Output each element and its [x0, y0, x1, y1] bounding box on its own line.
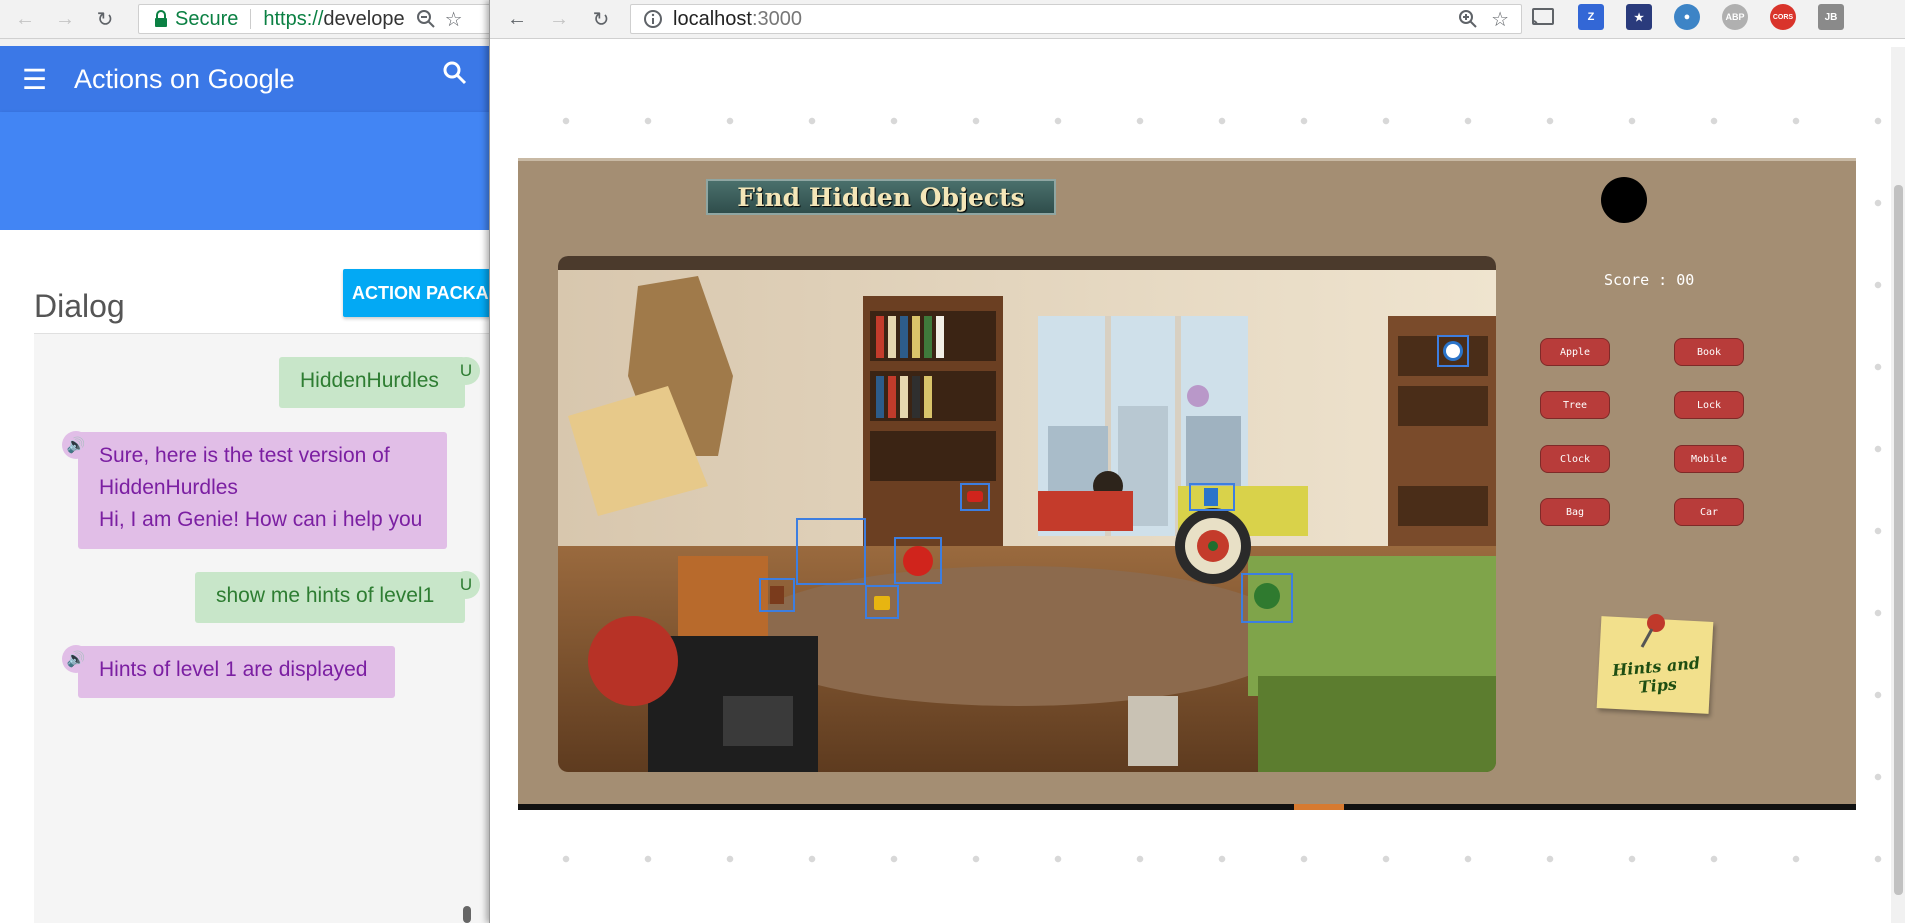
speaker-icon[interactable]: 🔊: [62, 645, 90, 673]
page-scrollbar[interactable]: [1891, 47, 1905, 923]
bot-message: Sure, here is the test version of Hidden…: [78, 432, 447, 549]
game-progress-track: [518, 804, 1856, 810]
bot-message: Hints of level 1 are displayed: [78, 646, 395, 698]
message-text: HiddenHurdles: [300, 369, 439, 392]
user-badge: U: [452, 357, 480, 385]
bookmark-star-icon[interactable]: ☆: [445, 7, 463, 32]
zoom-icon[interactable]: [1457, 8, 1479, 30]
url-host: develope: [323, 7, 405, 30]
lock-icon: [155, 10, 167, 27]
hamburger-menu-icon[interactable]: ☰: [22, 63, 52, 96]
zoom-icon[interactable]: [415, 8, 437, 30]
message-text: Hints of level 1 are displayed: [99, 658, 368, 681]
globe-extension-icon[interactable]: ●: [1674, 4, 1700, 30]
chat-scrollbar[interactable]: [463, 906, 471, 923]
secure-label: Secure: [175, 7, 239, 30]
message-text: show me hints of level1: [216, 584, 435, 607]
url-scheme: https://: [263, 7, 324, 30]
dialog-title: Dialog: [34, 288, 125, 324]
right-address-bar[interactable]: localhost:3000 ☆: [630, 4, 1522, 34]
page-scrollbar-thumb[interactable]: [1894, 185, 1903, 895]
speaker-icon[interactable]: 🔊: [62, 431, 90, 459]
url-host: localhost: [673, 7, 752, 30]
cast-icon[interactable]: [1530, 4, 1556, 30]
page-content: Find Hidden Objects Score: 00 Apple Boo…: [490, 47, 1890, 923]
hint-clock-button[interactable]: Clock: [1540, 445, 1610, 473]
back-icon[interactable]: ←: [10, 4, 40, 34]
search-icon[interactable]: [442, 60, 468, 86]
hint-bag-button[interactable]: Bag: [1540, 498, 1610, 526]
game-title: Find Hidden Objects: [706, 179, 1056, 215]
adblock-icon[interactable]: ABP: [1722, 4, 1748, 30]
message-line: HiddenHurdles: [99, 476, 238, 499]
sheriff-extension-icon[interactable]: ★: [1626, 4, 1652, 30]
cors-icon[interactable]: CORS: [1770, 4, 1796, 30]
user-message: HiddenHurdles: [279, 357, 465, 408]
reload-icon[interactable]: ↻: [90, 4, 120, 34]
score-label: Score : 00: [1604, 271, 1695, 289]
hint-tree-button[interactable]: Tree: [1540, 391, 1610, 419]
app-header-extension: [0, 112, 490, 230]
message-line: Hi, I am Genie! How can i help you: [99, 508, 423, 531]
user-badge: U: [452, 571, 480, 599]
cursor-ball: [1601, 177, 1647, 223]
bookmark-star-icon[interactable]: ☆: [1491, 7, 1509, 32]
hidden-objects-scene[interactable]: [558, 256, 1496, 772]
hint-book-button[interactable]: Book: [1674, 338, 1744, 366]
right-browser-toolbar: ← → ↻ localhost:3000 ☆ Z ★ ● ABP CORS JB: [490, 0, 1905, 39]
chat-area: [34, 334, 490, 923]
hint-car-button[interactable]: Car: [1674, 498, 1744, 526]
message-line: Sure, here is the test version of: [99, 444, 390, 467]
app-title: Actions on Google: [74, 63, 295, 94]
forward-icon[interactable]: →: [544, 4, 574, 34]
url-port: :3000: [751, 7, 802, 30]
z-extension-icon[interactable]: Z: [1578, 4, 1604, 30]
reload-icon[interactable]: ↻: [586, 4, 616, 34]
omnibox-divider: [250, 9, 252, 29]
back-icon[interactable]: ←: [502, 4, 532, 34]
left-browser-toolbar: ← → ↻ Secure https://develope ☆: [0, 0, 490, 39]
game-progress-marker: [1294, 804, 1344, 810]
action-package-button[interactable]: ACTION PACKAG: [343, 269, 490, 317]
extension-icons: Z ★ ● ABP CORS JB: [1530, 4, 1866, 30]
game-frame: Find Hidden Objects Score: 00 Apple Boo…: [518, 158, 1856, 810]
app-header: ☰ Actions on Google: [0, 46, 490, 112]
left-browser-window: ← → ↻ Secure https://develope ☆ ☰ Action…: [0, 0, 490, 923]
hint-apple-button[interactable]: Apple: [1540, 338, 1610, 366]
hint-lock-button[interactable]: Lock: [1674, 391, 1744, 419]
hints-and-tips-label: Hints and Tips: [1611, 653, 1701, 697]
right-browser-window: ← → ↻ localhost:3000 ☆ Z ★ ● ABP CORS JB…: [489, 0, 1905, 923]
forward-icon[interactable]: →: [50, 4, 80, 34]
user-message: show me hints of level1: [195, 572, 465, 623]
left-address-bar[interactable]: Secure https://develope ☆: [138, 4, 490, 34]
jb-extension-icon[interactable]: JB: [1818, 4, 1844, 30]
hint-mobile-button[interactable]: Mobile: [1674, 445, 1744, 473]
pushpin-icon: [1640, 614, 1665, 648]
info-icon[interactable]: [643, 9, 663, 29]
